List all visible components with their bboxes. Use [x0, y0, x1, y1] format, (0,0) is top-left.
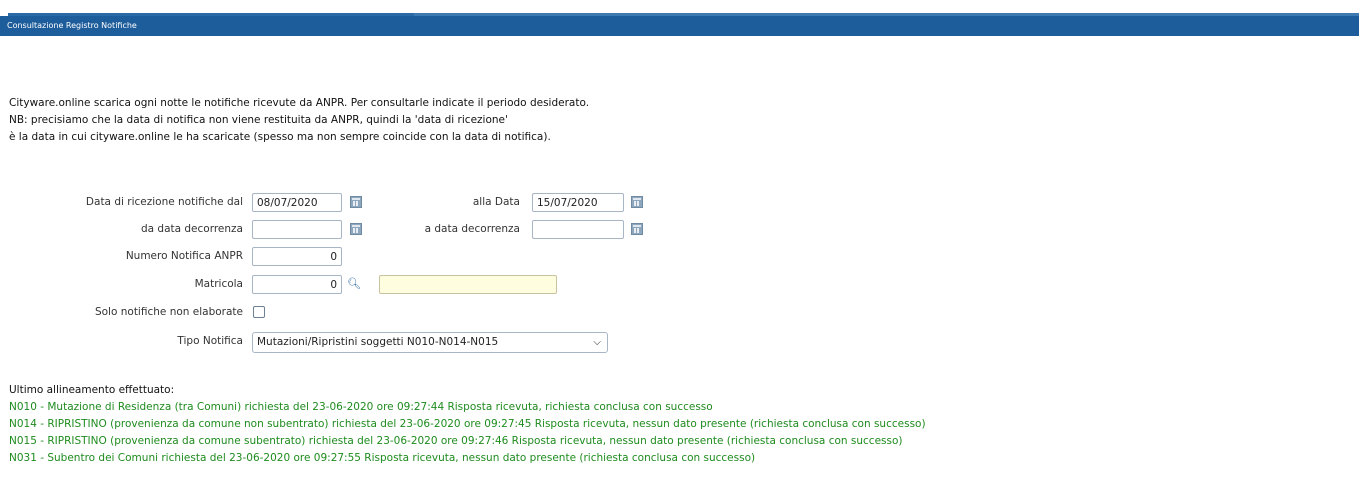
- intro-line-3: è la data in cui cityware.online le ha s…: [9, 131, 551, 143]
- matricola-label: Matricola: [194, 278, 243, 290]
- intro-line-2: NB: precisiamo che la data di notifica n…: [9, 114, 508, 126]
- numero-notifica-input[interactable]: [252, 247, 342, 266]
- chevron-down-icon: ⌵: [593, 337, 601, 348]
- calendar-icon[interactable]: [350, 223, 362, 235]
- numero-notifica-label: Numero Notifica ANPR: [125, 250, 243, 262]
- tipo-notifica-select[interactable]: Mutazioni/Ripristini soggetti N010-N014-…: [252, 332, 608, 353]
- data-ricezione-label: Data di ricezione notifiche dal: [85, 196, 243, 208]
- intro-text: Cityware.online scarica ogni notte le no…: [9, 95, 589, 146]
- status-line: N010 - Mutazione di Residenza (tra Comun…: [9, 401, 713, 413]
- status-section: Ultimo allineamento effettuato: N010 - M…: [9, 382, 926, 467]
- alla-data-input[interactable]: [532, 193, 624, 212]
- a-decorrenza-label: a data decorrenza: [424, 223, 520, 235]
- intro-line-1: Cityware.online scarica ogni notte le no…: [9, 97, 590, 109]
- a-decorrenza-input[interactable]: [532, 220, 624, 239]
- tipo-notifica-label: Tipo Notifica: [177, 335, 243, 347]
- status-line: N015 - RIPRISTINO (provenienza da comune…: [9, 435, 903, 447]
- calendar-icon[interactable]: [350, 196, 362, 208]
- search-icon[interactable]: 🔍︎: [347, 277, 361, 291]
- alla-data-label: alla Data: [472, 196, 520, 208]
- status-heading: Ultimo allineamento effettuato:: [9, 384, 175, 396]
- tipo-notifica-value: Mutazioni/Ripristini soggetti N010-N014-…: [257, 336, 499, 348]
- window-title: Consultazione Registro Notifiche: [7, 21, 137, 30]
- matricola-description-field: [379, 275, 557, 294]
- da-decorrenza-label: da data decorrenza: [140, 223, 243, 235]
- solo-non-elaborate-checkbox[interactable]: [253, 306, 265, 318]
- status-line: N031 - Subentro dei Comuni richiesta del…: [9, 452, 756, 464]
- matricola-input[interactable]: [252, 275, 342, 294]
- status-line: N014 - RIPRISTINO (provenienza da comune…: [9, 418, 926, 430]
- calendar-icon[interactable]: [631, 196, 643, 208]
- calendar-icon[interactable]: [631, 223, 643, 235]
- data-ricezione-dal-input[interactable]: [252, 193, 342, 212]
- solo-non-elaborate-label: Solo notifiche non elaborate: [94, 306, 243, 318]
- window-titlebar: Consultazione Registro Notifiche: [0, 16, 1359, 36]
- da-decorrenza-input[interactable]: [252, 220, 342, 239]
